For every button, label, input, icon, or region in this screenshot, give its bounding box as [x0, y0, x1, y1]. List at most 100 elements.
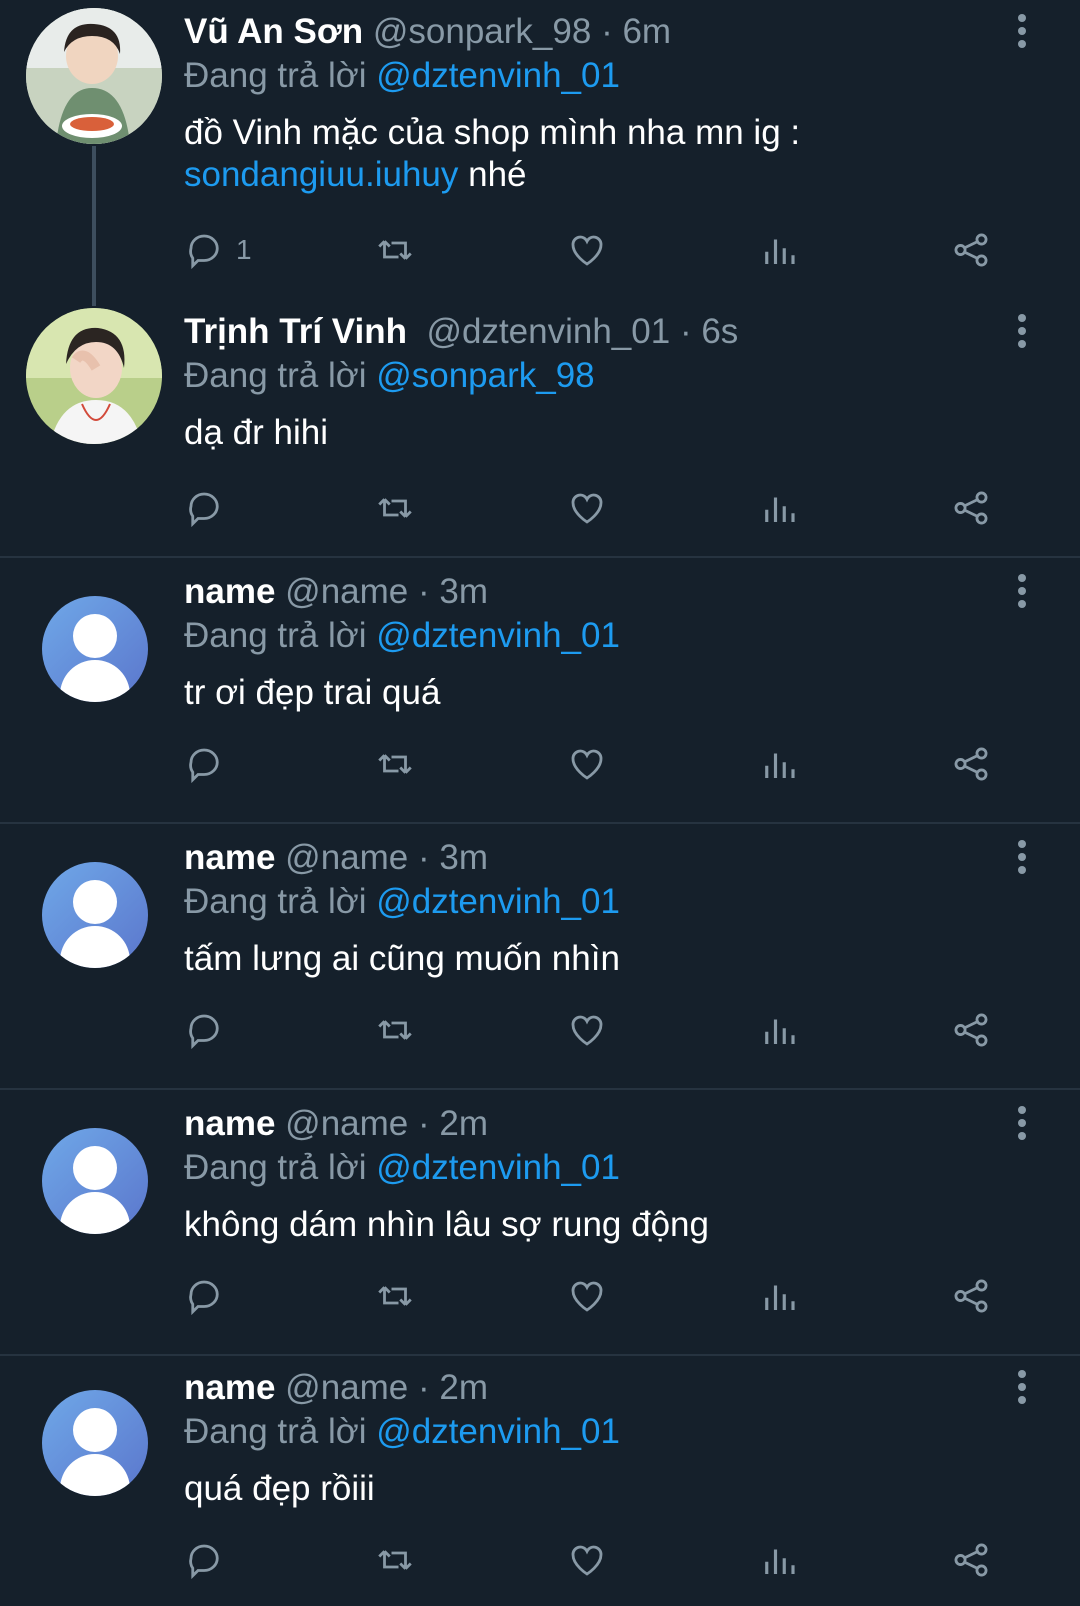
views-button[interactable]	[758, 1274, 800, 1318]
timestamp[interactable]: 2m	[439, 1368, 488, 1407]
retweet-button[interactable]	[374, 1538, 416, 1582]
tweet-header: name @name · 2m	[184, 1368, 488, 1408]
avatar[interactable]	[26, 308, 162, 444]
analytics-icon	[765, 1019, 795, 1044]
tweet-text: tấm lưng ai cũng muốn nhìn	[184, 939, 620, 978]
reply-mention[interactable]: @dztenvinh_01	[376, 1148, 620, 1187]
retweet-button[interactable]	[374, 1274, 416, 1318]
share-button[interactable]	[950, 486, 992, 530]
reply-mention[interactable]: @dztenvinh_01	[376, 1412, 620, 1451]
default-avatar[interactable]	[42, 1128, 148, 1234]
display-name[interactable]: name	[184, 838, 275, 877]
timestamp[interactable]: 3m	[439, 838, 488, 877]
reply-mention[interactable]: @dztenvinh_01	[376, 56, 620, 95]
more-vertical-icon[interactable]	[1016, 1106, 1028, 1142]
tweet-text-main: đồ Vinh mặc của shop mình nha mn ig :	[184, 113, 801, 152]
like-button[interactable]	[566, 1538, 608, 1582]
handle[interactable]: @dztenvinh_01	[426, 312, 670, 351]
retweet-button[interactable]	[374, 742, 416, 786]
like-button[interactable]	[566, 486, 608, 530]
retweet-icon	[378, 1550, 412, 1570]
tweet-header: name @name · 3m	[184, 838, 488, 878]
action-bar: 1	[184, 228, 1024, 272]
handle[interactable]: @name	[285, 572, 408, 611]
more-vertical-icon[interactable]	[1016, 314, 1028, 350]
replying-to: Đang trả lời @dztenvinh_01	[184, 1412, 620, 1452]
comment-icon	[189, 1280, 219, 1316]
comment-icon	[189, 234, 219, 270]
comment-icon	[189, 1544, 219, 1580]
display-name[interactable]: name	[184, 1104, 275, 1143]
display-name[interactable]: Vũ An Sơn	[184, 12, 363, 51]
action-bar	[184, 1274, 1024, 1318]
like-button[interactable]	[566, 742, 608, 786]
display-name[interactable]: name	[184, 1368, 275, 1407]
reply-button[interactable]	[184, 1274, 226, 1318]
reply-button[interactable]	[184, 1008, 226, 1052]
tweet[interactable]: name @name · 2m Đang trả lời @dztenvinh_…	[0, 1090, 1080, 1356]
views-button[interactable]	[758, 1538, 800, 1582]
retweet-icon	[378, 754, 412, 774]
timestamp[interactable]: 2m	[439, 1104, 488, 1143]
dot-separator: ·	[601, 12, 613, 51]
share-button[interactable]	[950, 228, 992, 272]
handle[interactable]: @name	[285, 1104, 408, 1143]
tweet[interactable]: name @name · 3m Đang trả lời @dztenvinh_…	[0, 558, 1080, 824]
handle[interactable]: @name	[285, 1368, 408, 1407]
default-avatar[interactable]	[42, 596, 148, 702]
display-name[interactable]: name	[184, 572, 275, 611]
reply-prefix: Đang trả lời	[184, 616, 367, 655]
views-button[interactable]	[758, 1008, 800, 1052]
share-icon	[954, 1543, 988, 1577]
more-vertical-icon[interactable]	[1016, 14, 1028, 50]
handle[interactable]: @name	[285, 838, 408, 877]
tweet[interactable]: name @name · 2m Đang trả lời @dztenvinh_…	[0, 1356, 1080, 1606]
views-button[interactable]	[758, 228, 800, 272]
dot-separator: ·	[418, 1104, 430, 1143]
tweet[interactable]: Vũ An Sơn @sonpark_98 · 6m Đang trả lời …	[0, 0, 1080, 300]
timestamp[interactable]: 3m	[439, 572, 488, 611]
tweet[interactable]: Trịnh Trí Vinh @dztenvinh_01 · 6s Đang t…	[0, 300, 1080, 558]
more-vertical-icon[interactable]	[1016, 574, 1028, 610]
like-button[interactable]	[566, 228, 608, 272]
views-button[interactable]	[758, 486, 800, 530]
tweet-text: không dám nhìn lâu sợ rung động	[184, 1205, 709, 1244]
reply-mention[interactable]: @sonpark_98	[376, 356, 594, 395]
views-button[interactable]	[758, 742, 800, 786]
reply-mention[interactable]: @dztenvinh_01	[376, 616, 620, 655]
retweet-button[interactable]	[374, 486, 416, 530]
retweet-button[interactable]	[374, 1008, 416, 1052]
tweet-text: đồ Vinh mặc của shop mình nha mn ig : so…	[184, 112, 1024, 196]
avatar[interactable]	[26, 8, 162, 144]
share-button[interactable]	[950, 1538, 992, 1582]
display-name[interactable]: Trịnh Trí Vinh	[184, 312, 407, 351]
replying-to: Đang trả lời @dztenvinh_01	[184, 882, 620, 922]
action-bar	[184, 486, 1024, 530]
tweet-text-tail: nhé	[458, 155, 527, 194]
reply-button[interactable]	[184, 486, 226, 530]
comment-icon	[189, 492, 219, 528]
reply-button[interactable]: 1	[184, 228, 252, 272]
reply-button[interactable]	[184, 1538, 226, 1582]
reply-prefix: Đang trả lời	[184, 882, 367, 921]
more-vertical-icon[interactable]	[1016, 840, 1028, 876]
handle[interactable]: @sonpark_98	[373, 12, 591, 51]
like-button[interactable]	[566, 1008, 608, 1052]
share-icon	[954, 1013, 988, 1047]
timestamp[interactable]: 6m	[622, 12, 671, 51]
tweet[interactable]: name @name · 3m Đang trả lời @dztenvinh_…	[0, 824, 1080, 1090]
more-vertical-icon[interactable]	[1016, 1370, 1028, 1406]
default-avatar[interactable]	[42, 1390, 148, 1496]
like-button[interactable]	[566, 1274, 608, 1318]
reply-mention[interactable]: @dztenvinh_01	[376, 882, 620, 921]
tweet-link[interactable]: sondangiuu.iuhuy	[184, 155, 458, 194]
retweet-button[interactable]	[374, 228, 416, 272]
reply-button[interactable]	[184, 742, 226, 786]
share-button[interactable]	[950, 1274, 992, 1318]
timestamp[interactable]: 6s	[701, 312, 738, 351]
default-avatar[interactable]	[42, 862, 148, 968]
share-icon	[954, 747, 988, 781]
retweet-icon	[378, 1286, 412, 1306]
share-button[interactable]	[950, 1008, 992, 1052]
share-button[interactable]	[950, 742, 992, 786]
